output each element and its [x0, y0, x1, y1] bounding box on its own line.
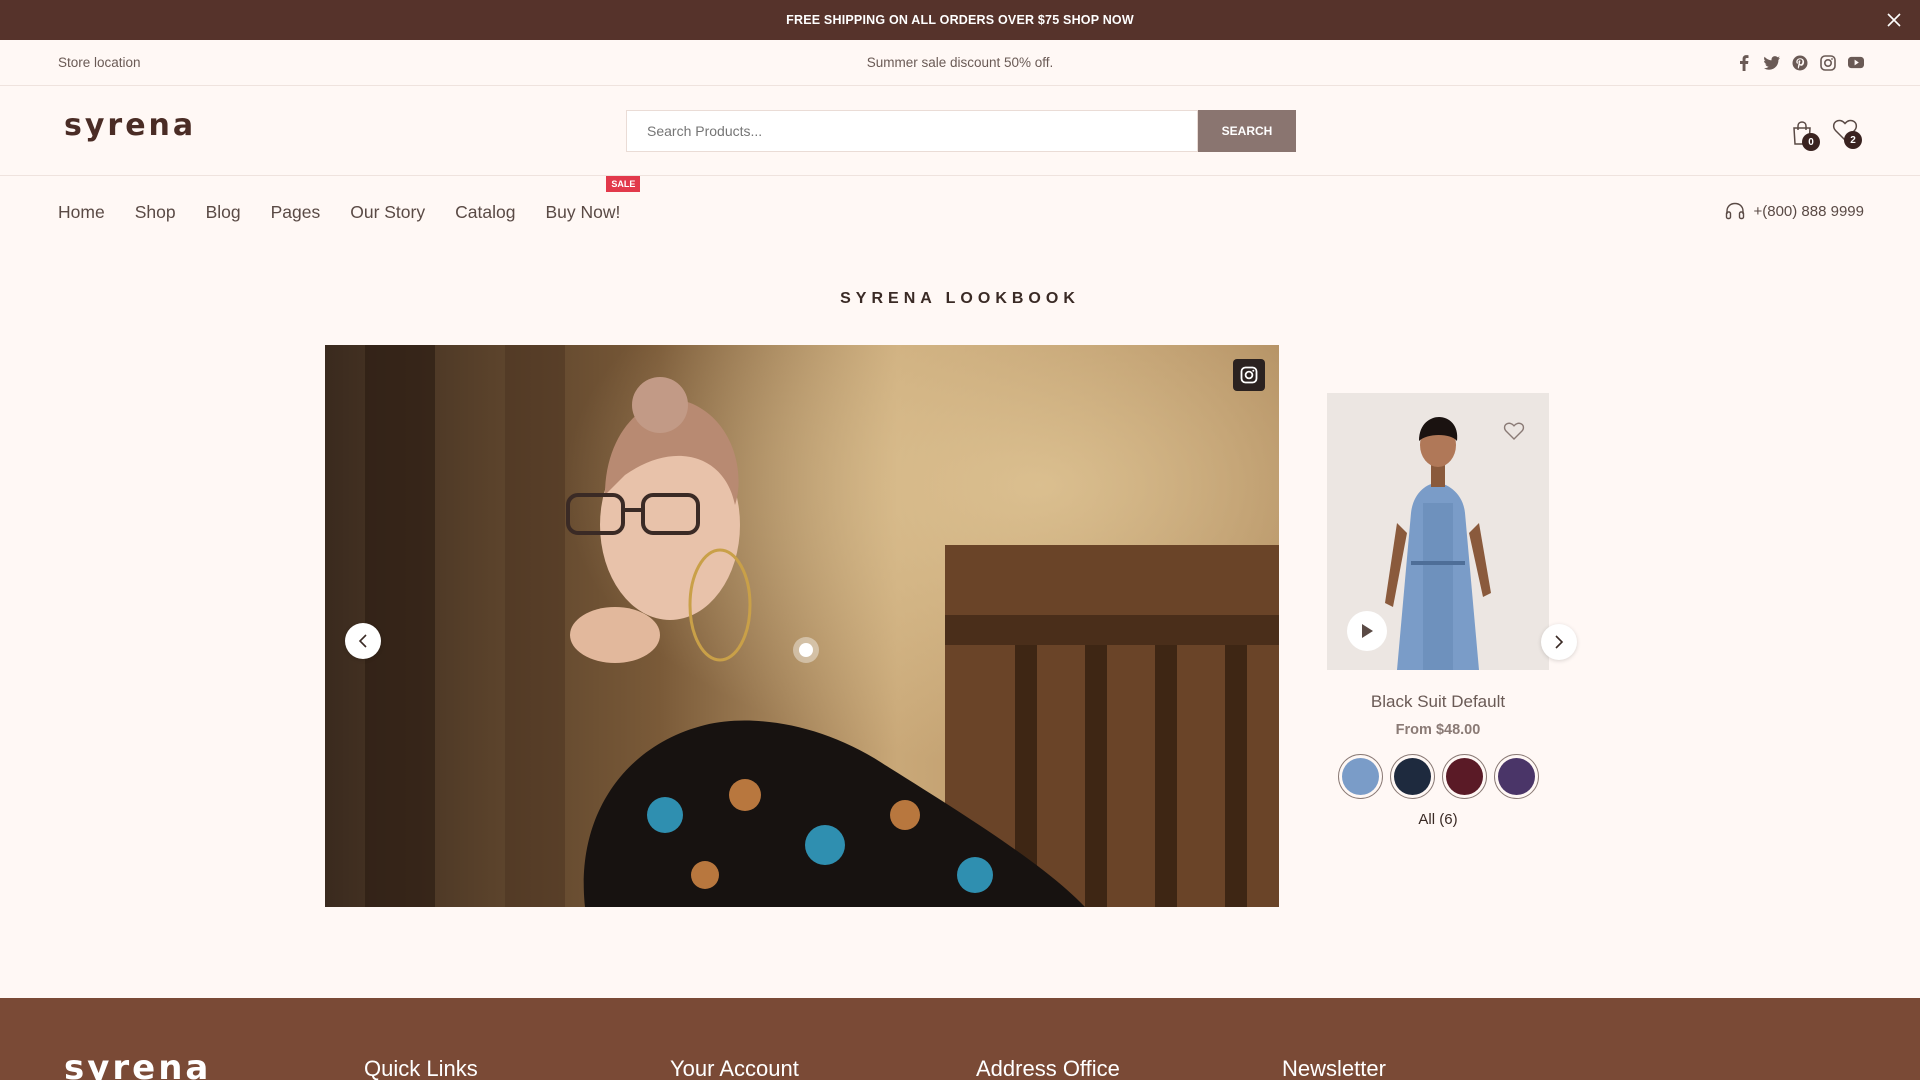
next-slide-button[interactable]	[1541, 624, 1577, 660]
youtube-icon[interactable]	[1848, 55, 1864, 71]
wishlist-count-badge: 2	[1844, 131, 1862, 149]
nav-item-shop[interactable]: Shop	[135, 202, 176, 223]
announcement-text[interactable]: FREE SHIPPING ON ALL ORDERS OVER $75 SHO…	[786, 13, 1134, 27]
sale-badge: SALE	[606, 176, 641, 192]
footer-heading-address-office: Address Office	[976, 1056, 1120, 1080]
cart-count-badge: 0	[1802, 133, 1820, 151]
nav-item-home[interactable]: Home	[58, 202, 105, 223]
wishlist-button[interactable]: 2	[1832, 118, 1862, 149]
swatch-color	[1393, 758, 1431, 795]
nav-item-pages[interactable]: Pages	[271, 202, 321, 223]
site-logo[interactable]: syrena	[64, 108, 196, 143]
product-card: Black Suit Default From $48.00 All (6)	[1327, 393, 1549, 828]
twitter-icon[interactable]	[1764, 55, 1780, 71]
product-image[interactable]	[1327, 393, 1549, 670]
footer-heading-quick-links: Quick Links	[364, 1056, 478, 1080]
nav-item-catalog[interactable]: Catalog	[455, 202, 515, 223]
headphones-icon	[1726, 202, 1745, 220]
nav-item-our-story[interactable]: Our Story	[350, 202, 425, 223]
site-header: syrena SEARCH 0 2	[0, 86, 1920, 176]
swatch-color	[1341, 758, 1379, 795]
lookbook-title: SYRENA LOOKBOOK	[840, 290, 1080, 307]
phone-number: +(800) 888 9999	[1753, 202, 1864, 220]
swatch-navy[interactable]	[1389, 754, 1435, 799]
close-icon[interactable]	[1882, 8, 1906, 32]
swatch-burgundy[interactable]	[1441, 754, 1487, 799]
main-nav: Home Shop Blog Pages Our Story Catalog B…	[0, 176, 1920, 248]
lookbook-photo	[325, 345, 1279, 907]
product-name[interactable]: Black Suit Default	[1327, 692, 1549, 712]
top-bar: Store location Summer sale discount 50% …	[0, 40, 1920, 86]
chevron-right-icon	[1555, 635, 1564, 649]
add-to-wishlist-icon[interactable]	[1503, 421, 1525, 446]
nav-item-blog[interactable]: Blog	[206, 202, 241, 223]
all-variants-link[interactable]: All (6)	[1327, 811, 1549, 828]
facebook-icon[interactable]	[1736, 54, 1752, 71]
search-bar: SEARCH	[626, 110, 1296, 152]
search-input[interactable]	[626, 110, 1198, 152]
pinterest-icon[interactable]	[1792, 55, 1808, 71]
support-phone[interactable]: +(800) 888 9999	[1725, 202, 1864, 220]
footer-logo[interactable]: syrena	[64, 1048, 211, 1080]
play-icon	[1362, 624, 1373, 638]
nav-item-buy-now[interactable]: Buy Now! SALE	[545, 176, 641, 223]
announcement-bar: FREE SHIPPING ON ALL ORDERS OVER $75 SHO…	[0, 0, 1920, 40]
product-hotspot[interactable]	[793, 637, 819, 663]
swatch-color	[1445, 758, 1483, 795]
footer-heading-newsletter: Newsletter	[1282, 1056, 1386, 1080]
swatch-color	[1497, 758, 1535, 795]
cart-button[interactable]: 0	[1790, 120, 1820, 151]
lookbook-image	[325, 345, 1279, 907]
promo-text: Summer sale discount 50% off.	[866, 55, 1054, 70]
prev-slide-button[interactable]	[345, 623, 381, 659]
chevron-left-icon	[358, 634, 367, 648]
instagram-icon[interactable]	[1233, 359, 1265, 391]
nav-item-buy-now-label: Buy Now!	[545, 202, 621, 222]
swatch-blue[interactable]	[1337, 754, 1383, 799]
swatch-purple[interactable]	[1493, 754, 1539, 799]
play-video-button[interactable]	[1347, 611, 1387, 651]
search-button[interactable]: SEARCH	[1198, 110, 1296, 152]
site-footer: syrena Quick Links Your Account Address …	[0, 998, 1920, 1080]
instagram-icon[interactable]	[1820, 54, 1836, 71]
product-price: From $48.00	[1395, 722, 1481, 738]
social-links	[1736, 54, 1864, 71]
color-swatches	[1327, 754, 1549, 799]
footer-heading-your-account: Your Account	[670, 1056, 799, 1080]
